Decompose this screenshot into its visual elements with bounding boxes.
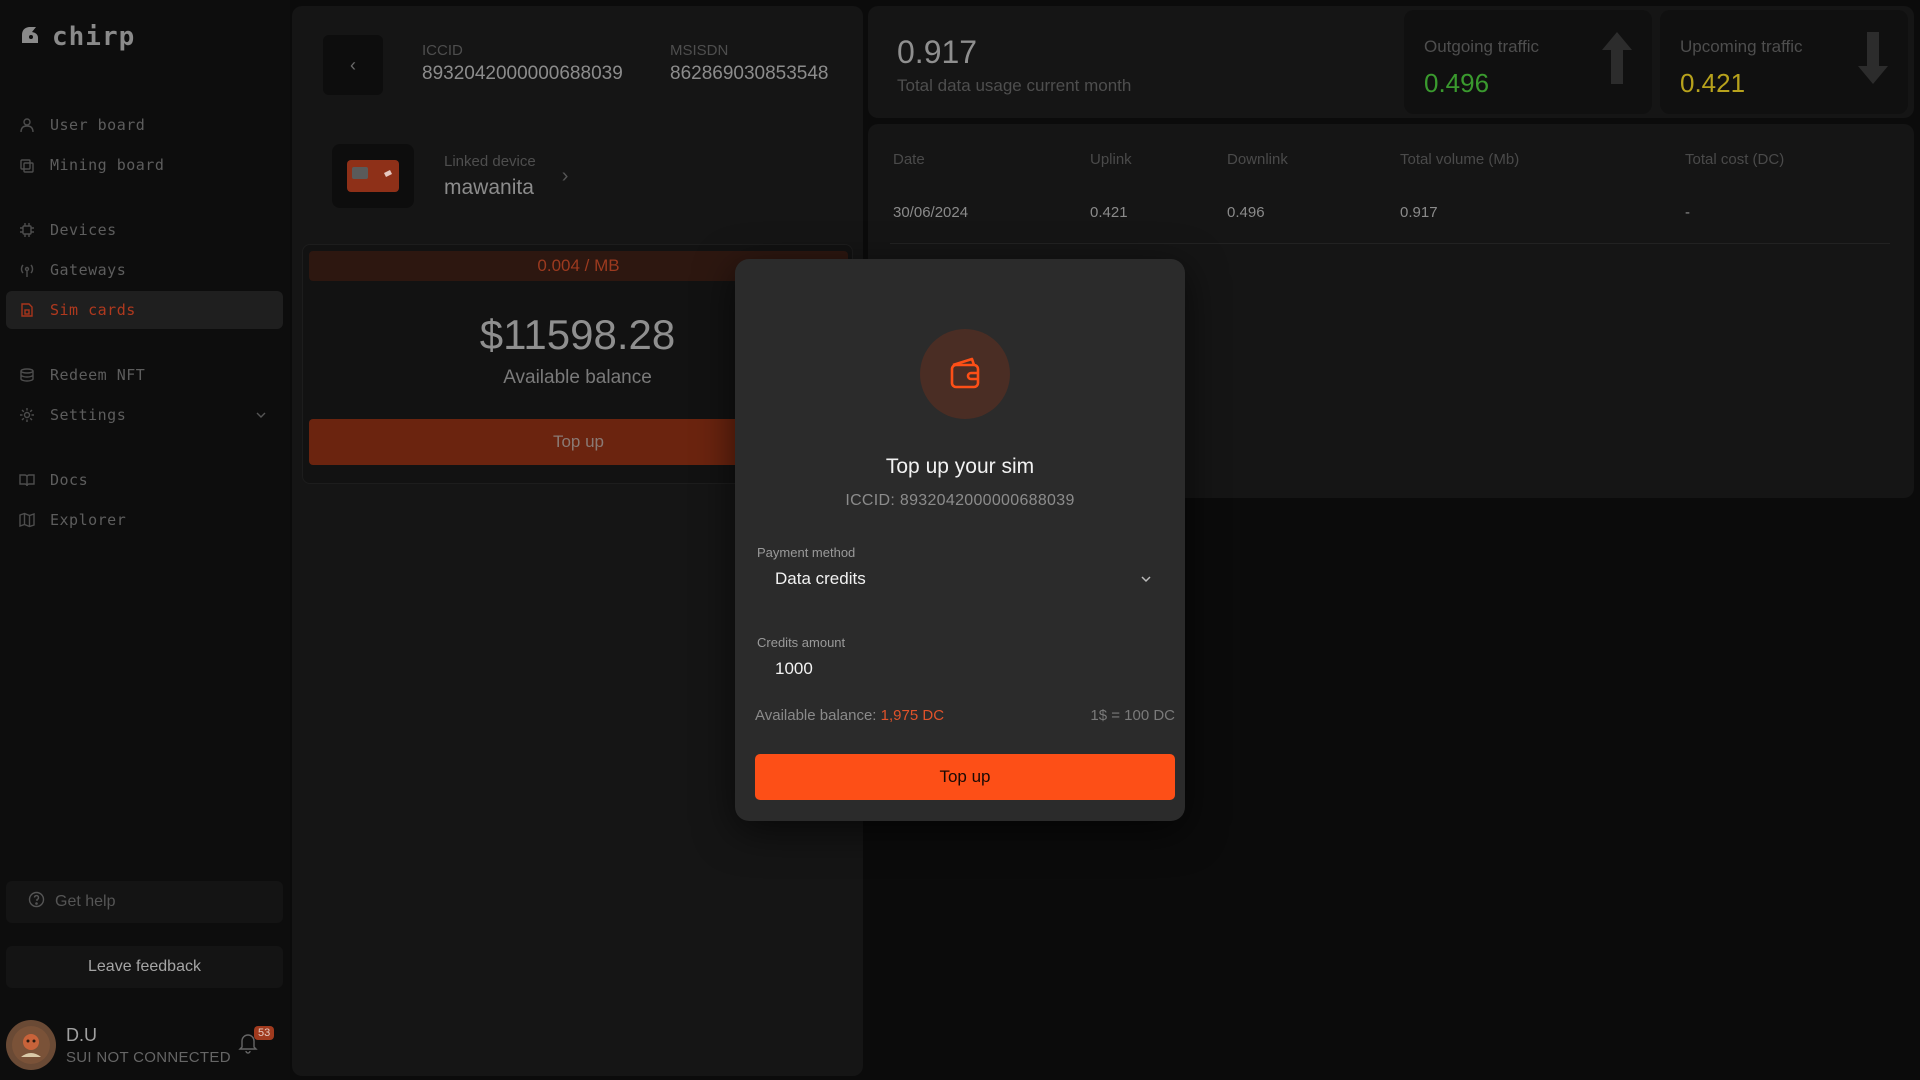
iccid-value: 8932042000000688039: [422, 63, 623, 84]
user-profile[interactable]: D.U SUI NOT CONNECTED 53: [6, 1020, 283, 1070]
credits-amount-label: Credits amount: [757, 635, 846, 650]
msisdn-block: MSISDN 862869030853548: [670, 42, 829, 85]
table-cell-total-volume: 0.917: [1400, 204, 1438, 221]
available-balance: Available balance: 1,975 DC: [755, 707, 944, 724]
linked-device[interactable]: Linked device mawanita ›: [332, 144, 568, 208]
sidebar-item-label: Devices: [50, 221, 117, 239]
outgoing-traffic-value: 0.496: [1424, 68, 1490, 98]
leave-feedback-button[interactable]: Leave feedback: [6, 946, 283, 988]
wallet-status: SUI NOT CONNECTED: [66, 1048, 231, 1066]
outgoing-traffic-label: Outgoing traffic: [1424, 37, 1539, 56]
payment-method-label: Payment method: [757, 545, 856, 560]
sidebar-item-mining-board[interactable]: Mining board: [6, 146, 283, 184]
sidebar-item-redeem-nft[interactable]: Redeem NFT: [6, 356, 283, 394]
sidebar-item-gateways[interactable]: Gateways: [6, 251, 283, 289]
modal-top-up-button[interactable]: Top up: [755, 754, 1175, 800]
column-header-total-volume: Total volume (Mb): [1400, 151, 1520, 168]
sidebar-item-explorer[interactable]: Explorer: [6, 501, 283, 539]
payment-method-select[interactable]: Data credits: [757, 559, 1165, 599]
chevron-right-icon: ›: [561, 164, 569, 187]
credits-amount-input[interactable]: [757, 650, 1165, 688]
arrow-down-icon: [1856, 30, 1890, 91]
sidebar-item-label: User board: [50, 116, 146, 134]
linked-device-name: mawanita: [444, 175, 534, 199]
outgoing-traffic-card: Outgoing traffic 0.496: [1404, 10, 1652, 114]
table-cell-date: 30/06/2024: [893, 204, 969, 221]
total-usage-value: 0.917: [897, 34, 978, 70]
upcoming-traffic-value: 0.421: [1680, 68, 1746, 98]
msisdn-label: MSISDN: [670, 42, 729, 59]
column-header-date: Date: [893, 151, 925, 168]
column-header-downlink: Downlink: [1227, 151, 1288, 168]
sim-card-image: [332, 144, 414, 208]
upcoming-traffic-card: Upcoming traffic 0.421: [1660, 10, 1908, 114]
sidebar-item-label: Redeem NFT: [50, 366, 146, 384]
sidebar-item-label: Settings: [50, 406, 127, 424]
conversion-rate: 1$ = 100 DC: [1090, 707, 1175, 724]
iccid-label: ICCID: [422, 42, 463, 59]
row-divider: [890, 243, 1890, 244]
chevron-left-icon: ‹: [350, 54, 356, 75]
wallet-icon: [920, 329, 1010, 419]
logo-text: chirp: [52, 22, 136, 52]
sidebar-item-label: Sim cards: [50, 301, 136, 319]
top-up-modal: Top up your sim ICCID: 89320420000006880…: [735, 259, 1185, 821]
table-cell-uplink: 0.421: [1090, 204, 1128, 221]
gear-icon: [18, 406, 36, 424]
logo[interactable]: chirp: [20, 22, 135, 52]
total-usage-label: Total data usage current month: [897, 76, 1132, 95]
map-icon: [18, 511, 36, 529]
linked-device-label: Linked device: [444, 152, 536, 170]
get-help-label: Get help: [55, 893, 116, 910]
modal-iccid: ICCID: 8932042000000688039: [845, 492, 1075, 509]
modal-title: Top up your sim: [885, 455, 1035, 478]
upcoming-traffic-label: Upcoming traffic: [1680, 37, 1803, 56]
book-icon: [18, 471, 36, 489]
column-header-total-cost: Total cost (DC): [1685, 151, 1785, 168]
avatar[interactable]: [6, 1020, 56, 1070]
sidebar-item-docs[interactable]: Docs: [6, 461, 283, 499]
help-icon: [28, 891, 45, 913]
table-cell-downlink: 0.496: [1227, 204, 1265, 221]
usage-stats: 0.917 Total data usage current month Out…: [868, 6, 1914, 118]
user-name: D.U: [66, 1024, 97, 1045]
sim-icon: [18, 301, 36, 319]
sidebar-item-label: Docs: [50, 471, 89, 489]
nft-icon: [18, 366, 36, 384]
msisdn-value: 862869030853548: [670, 63, 829, 84]
table-cell-total-cost: -: [1685, 204, 1690, 221]
chevron-down-icon: [255, 408, 267, 426]
back-button[interactable]: ‹: [323, 35, 383, 95]
sidebar-item-label: Gateways: [50, 261, 127, 279]
get-help-button[interactable]: Get help: [6, 881, 283, 923]
payment-method-value: Data credits: [775, 569, 866, 588]
antenna-icon: [18, 261, 36, 279]
arrow-up-icon: [1600, 30, 1634, 91]
chevron-down-icon: [1139, 571, 1153, 591]
sidebar-item-label: Explorer: [50, 511, 127, 529]
chip-icon: [18, 221, 36, 239]
user-icon: [18, 116, 36, 134]
sidebar-item-label: Mining board: [50, 156, 165, 174]
sidebar-item-devices[interactable]: Devices: [6, 211, 283, 249]
sidebar: chirp User board Mining board Devices Ga…: [0, 0, 290, 1080]
iccid-block: ICCID 8932042000000688039: [422, 42, 623, 85]
available-balance-label: Available balance:: [755, 707, 881, 724]
notification-count-badge: 53: [254, 1026, 275, 1040]
chirp-logo-icon: [20, 25, 42, 50]
available-balance-value: 1,975 DC: [880, 707, 945, 724]
mining-icon: [18, 156, 36, 174]
sidebar-item-sim-cards[interactable]: Sim cards: [6, 291, 283, 329]
column-header-uplink: Uplink: [1090, 151, 1132, 168]
sidebar-item-settings[interactable]: Settings: [6, 396, 283, 434]
sidebar-item-user-board[interactable]: User board: [6, 106, 283, 144]
